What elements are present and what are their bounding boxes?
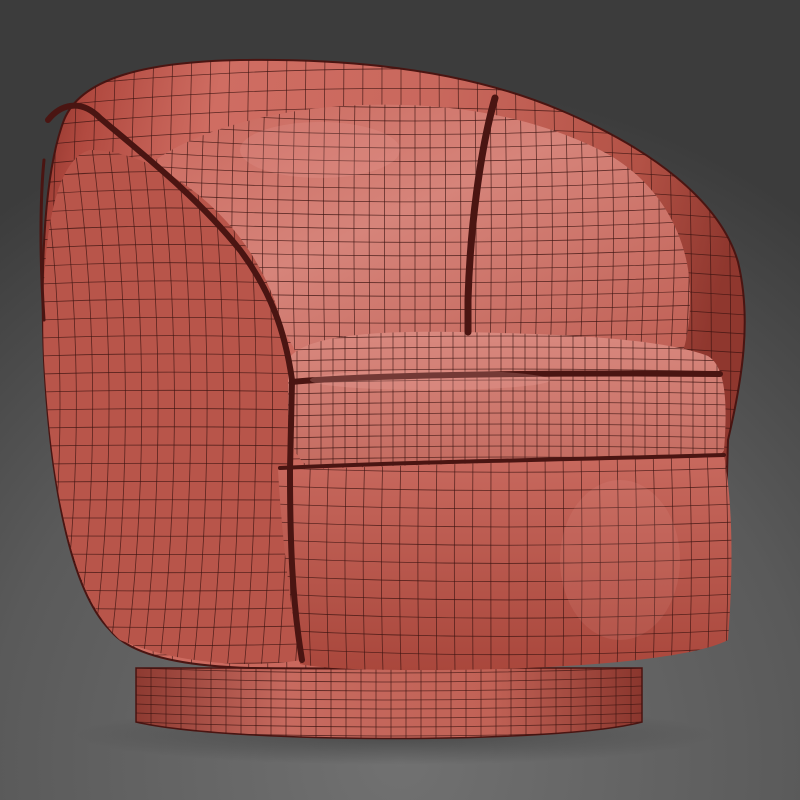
chair-render	[0, 0, 800, 800]
render-viewport	[0, 0, 800, 800]
seat-cushion	[288, 331, 726, 466]
